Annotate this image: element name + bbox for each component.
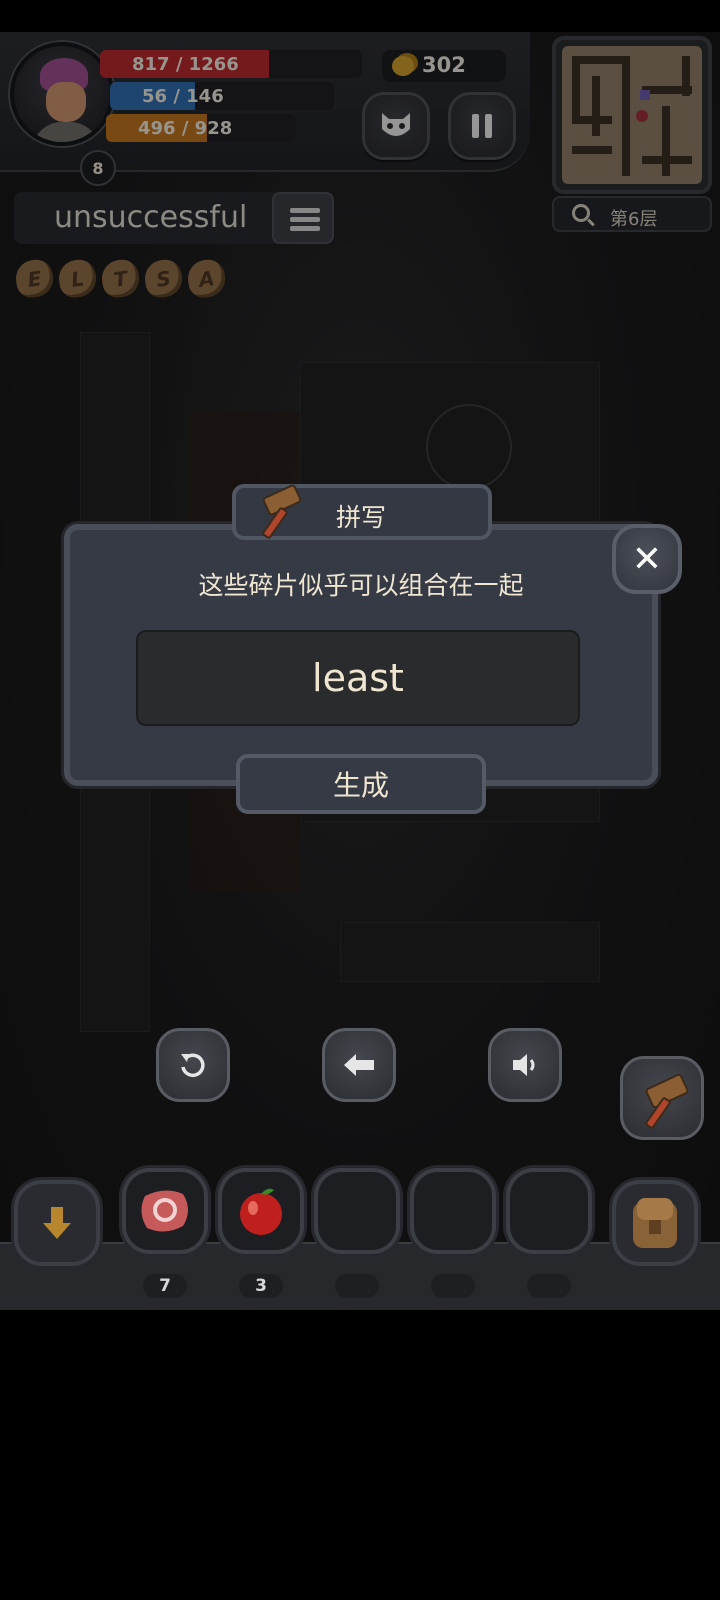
backspace-arrow-icon — [344, 1054, 374, 1076]
meat-icon — [141, 1190, 188, 1232]
dialog-title: 拼写 — [336, 503, 387, 532]
down-arrow-icon — [43, 1207, 71, 1239]
speaker-icon — [513, 1054, 535, 1076]
pronounce-button[interactable] — [488, 1028, 562, 1102]
item-count-empty — [431, 1274, 475, 1298]
drop-button[interactable] — [14, 1180, 100, 1266]
craft-button[interactable] — [620, 1056, 704, 1140]
item-slot-empty[interactable] — [410, 1168, 496, 1254]
item-slot-meat[interactable] — [122, 1168, 208, 1254]
create-button[interactable]: 生成 — [236, 754, 486, 814]
item-slot-apple[interactable] — [218, 1168, 304, 1254]
close-icon: ✕ — [631, 538, 663, 580]
backpack-icon — [633, 1198, 677, 1248]
apple-icon — [240, 1188, 282, 1235]
close-button[interactable]: ✕ — [612, 524, 682, 594]
item-count-empty — [527, 1274, 571, 1298]
hammer-icon — [254, 482, 304, 540]
backpack-button[interactable] — [612, 1180, 698, 1266]
item-slot-empty[interactable] — [314, 1168, 400, 1254]
item-slot-empty[interactable] — [506, 1168, 592, 1254]
dialog-title-tab: 拼写 — [232, 482, 492, 540]
game-screen: 8 817 / 1266 56 / 146 496 / 928 302 第6层 … — [0, 32, 720, 1310]
dialog-message: 这些碎片似乎可以组合在一起 — [198, 571, 524, 600]
spell-dialog: 这些碎片似乎可以组合在一起 least — [64, 524, 658, 786]
spell-input[interactable]: least — [136, 630, 580, 726]
undo-icon — [181, 1053, 205, 1077]
hammer-icon — [637, 1070, 690, 1130]
undo-button[interactable] — [156, 1028, 230, 1102]
item-count: 3 — [239, 1274, 283, 1298]
item-count: 7 — [143, 1274, 187, 1298]
backspace-button[interactable] — [322, 1028, 396, 1102]
item-count-empty — [335, 1274, 379, 1298]
